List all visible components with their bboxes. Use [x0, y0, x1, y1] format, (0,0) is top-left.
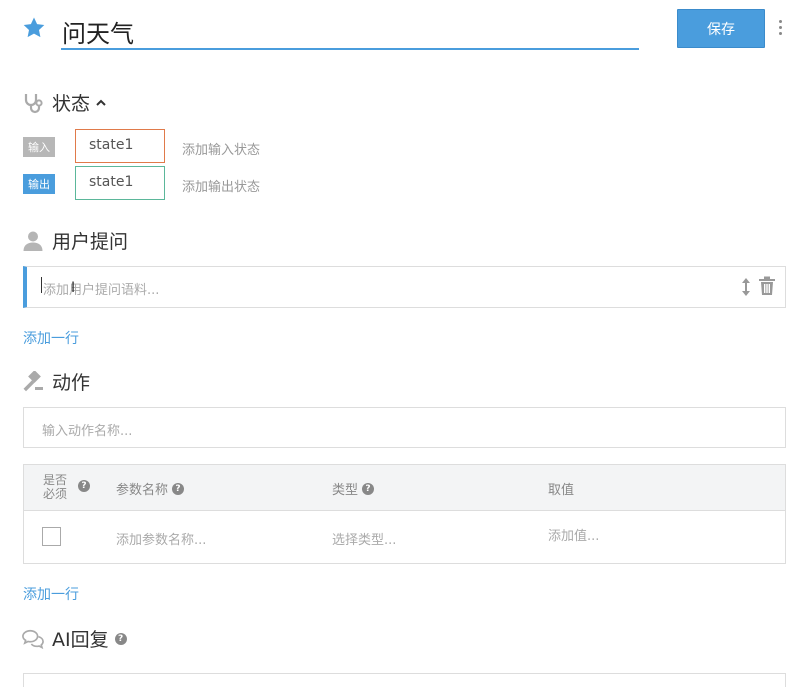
- intent-title-input[interactable]: 问天气: [61, 10, 639, 50]
- state-section-title: 状态: [52, 93, 91, 115]
- more-vertical-icon[interactable]: [772, 16, 788, 38]
- stethoscope-icon: [24, 93, 43, 113]
- add-question-row-link[interactable]: 添加一行: [23, 328, 79, 348]
- ai-reply-box[interactable]: [23, 673, 786, 687]
- input-state-tag: 输入: [23, 137, 55, 157]
- param-type-select[interactable]: 选择类型...: [332, 529, 396, 548]
- save-button[interactable]: 保存: [677, 9, 765, 48]
- param-value-header: 取值: [548, 483, 575, 498]
- sort-icon[interactable]: [740, 277, 752, 297]
- text-caret: [41, 277, 42, 293]
- user-question-section-header: 用户提问: [22, 227, 128, 254]
- chat-bubbles-icon: [22, 629, 44, 649]
- action-section-header: 动作: [22, 368, 90, 395]
- action-name-input[interactable]: 输入动作名称...: [23, 407, 786, 448]
- help-icon[interactable]: ?: [78, 480, 90, 492]
- ai-reply-title: AI回复: [52, 629, 109, 651]
- gavel-icon: [23, 370, 43, 391]
- intent-editor: 问天气 保存 状态 输入 state1 添加输入状态 输出 state1 添加输…: [0, 0, 809, 687]
- ai-reply-section-header: AI回复 ?: [22, 625, 127, 652]
- user-question-title: 用户提问: [52, 231, 129, 253]
- param-value-input[interactable]: 添加值...: [548, 525, 599, 544]
- user-question-placeholder: 添加用户提问语料...: [43, 283, 160, 298]
- param-name-input[interactable]: 添加参数名称...: [116, 529, 206, 548]
- user-icon: [23, 231, 43, 251]
- action-name-placeholder: 输入动作名称...: [42, 424, 133, 439]
- param-type-header: 类型 ?: [332, 479, 375, 498]
- output-state-tag: 输出: [23, 174, 55, 194]
- input-state-chip[interactable]: state1: [75, 129, 165, 163]
- i-beam-cursor: I: [71, 280, 76, 296]
- user-question-input[interactable]: 添加用户提问语料... I: [23, 266, 786, 308]
- required-checkbox[interactable]: [42, 527, 61, 546]
- output-state-chip[interactable]: state1: [75, 166, 165, 200]
- chevron-up-icon[interactable]: [96, 98, 106, 108]
- help-icon[interactable]: ?: [114, 632, 127, 645]
- trash-icon[interactable]: [758, 276, 776, 296]
- param-name-header: 参数名称 ?: [116, 479, 185, 498]
- add-output-state-link[interactable]: 添加输出状态: [182, 176, 260, 195]
- required-header: 是否 必须: [43, 473, 68, 501]
- add-input-state-link[interactable]: 添加输入状态: [182, 139, 260, 158]
- param-table-header: 是否 必须 ? 参数名称 ? 类型 ? 取值: [24, 465, 785, 511]
- action-section-title: 动作: [52, 372, 91, 394]
- state-section-header[interactable]: 状态: [22, 89, 106, 116]
- help-icon[interactable]: ?: [362, 482, 375, 495]
- help-icon[interactable]: ?: [172, 482, 185, 495]
- param-table: 是否 必须 ? 参数名称 ? 类型 ? 取值 添加参数名称... 选择类型...…: [23, 464, 786, 564]
- add-param-row-link[interactable]: 添加一行: [23, 584, 79, 604]
- star-icon[interactable]: [22, 16, 46, 40]
